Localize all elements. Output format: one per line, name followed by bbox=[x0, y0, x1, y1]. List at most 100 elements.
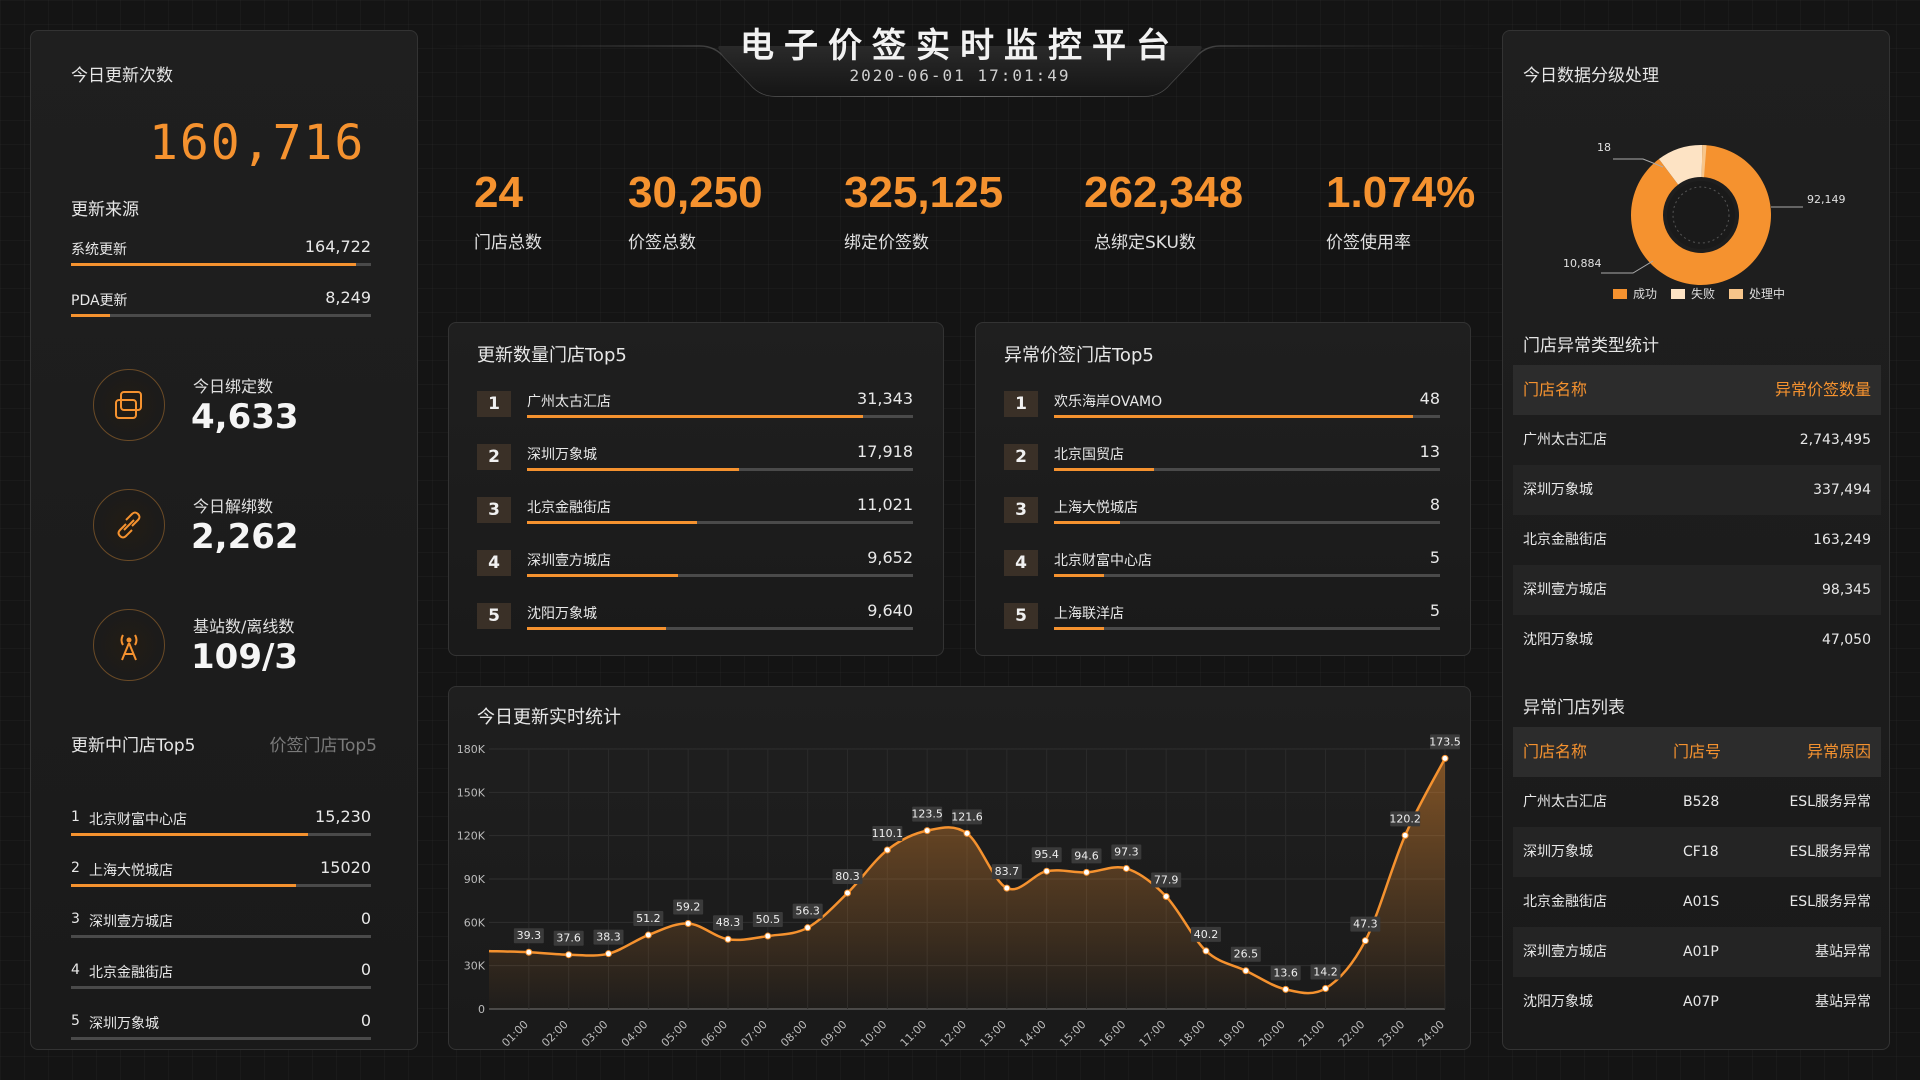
rank-badge: 3 bbox=[1004, 497, 1038, 523]
data-point[interactable] bbox=[565, 951, 573, 959]
x-tick-label: 08:00 bbox=[778, 1018, 810, 1050]
data-point[interactable] bbox=[963, 829, 971, 837]
store-name: 上海大悦城店 bbox=[1054, 500, 1138, 516]
rank-store-name: 深圳万象城 bbox=[89, 1016, 159, 1032]
data-point[interactable] bbox=[764, 932, 772, 940]
data-point[interactable] bbox=[1043, 867, 1051, 875]
store-name: 沈阳万象城 bbox=[1523, 632, 1593, 648]
data-point[interactable] bbox=[1162, 892, 1170, 900]
store-bar bbox=[527, 415, 913, 418]
rank-value: 0 bbox=[360, 1011, 371, 1030]
data-label: 80.3 bbox=[832, 869, 863, 885]
data-point[interactable] bbox=[525, 948, 533, 956]
table-row: 深圳壹方城店 A01P 基站异常 bbox=[1513, 927, 1881, 977]
data-point[interactable] bbox=[883, 846, 891, 854]
data-point[interactable] bbox=[605, 950, 612, 958]
table-row: 广州太古汇店 B528 ESL服务异常 bbox=[1513, 777, 1881, 827]
data-point[interactable] bbox=[644, 931, 652, 939]
data-label-text: 56.3 bbox=[795, 905, 820, 918]
store-name: 上海联洋店 bbox=[1054, 606, 1124, 622]
unlink-icon-glyph bbox=[117, 511, 141, 539]
data-point[interactable] bbox=[1122, 864, 1130, 872]
data-point[interactable] bbox=[844, 889, 851, 897]
x-tick-label: 21:00 bbox=[1296, 1018, 1328, 1050]
x-tick-label: 04:00 bbox=[619, 1018, 651, 1050]
legend-item[interactable]: 失败 bbox=[1671, 285, 1715, 302]
table-row: 广州太古汇店 2,743,495 bbox=[1513, 415, 1881, 465]
table-row: 深圳万象城 CF18 ESL服务异常 bbox=[1513, 827, 1881, 877]
data-point[interactable] bbox=[684, 919, 692, 927]
header: 电子价签实时监控平台 2020-06-01 17:01:49 bbox=[430, 0, 1490, 110]
data-point[interactable] bbox=[1322, 984, 1329, 992]
store-name: 广州太古汇店 bbox=[1523, 432, 1607, 448]
data-label: 39.3 bbox=[513, 928, 544, 944]
data-point[interactable] bbox=[724, 935, 732, 943]
data-label: 77.9 bbox=[1151, 872, 1182, 888]
abnormal-type-table: 门店名称 异常价签数量 广州太古汇店 2,743,495 深圳万象城 337,494 北京金… bbox=[1513, 365, 1881, 665]
store-bar-fill bbox=[1054, 574, 1105, 577]
tab-updating-top5[interactable]: 更新中门店Top5 bbox=[71, 731, 196, 756]
x-tick-label: 09:00 bbox=[818, 1018, 850, 1050]
data-label-text: 120.2 bbox=[1389, 812, 1421, 825]
stat-value: 2,262 bbox=[191, 517, 299, 557]
header-reason: 异常原因 bbox=[1806, 742, 1871, 761]
abnormal-count: 2,743,495 bbox=[1799, 432, 1871, 448]
store-no: A01S bbox=[1683, 894, 1720, 910]
legend-label: 处理中 bbox=[1749, 287, 1786, 301]
list-title: 异常门店列表 bbox=[1523, 698, 1625, 718]
rank-bar-fill bbox=[71, 884, 296, 887]
data-point[interactable] bbox=[1003, 884, 1011, 892]
table-header: 门店名称 门店号 异常原因 bbox=[1513, 727, 1881, 777]
source-title: 更新来源 bbox=[71, 200, 139, 220]
update-top5-panel: 更新数量门店Top5 1 广州太古汇店 31,343 2 深圳万象城 17,918 3 北京金… bbox=[448, 322, 944, 656]
data-label-text: 80.3 bbox=[835, 870, 860, 883]
top5-row: 2 深圳万象城 17,918 bbox=[477, 440, 913, 480]
data-label-text: 50.5 bbox=[756, 913, 781, 926]
table-row: 北京金融街店 A01S ESL服务异常 bbox=[1513, 877, 1881, 927]
data-point[interactable] bbox=[923, 827, 931, 835]
data-point[interactable] bbox=[1401, 831, 1409, 839]
x-tick-label: 07:00 bbox=[738, 1018, 770, 1050]
data-point[interactable] bbox=[1361, 937, 1369, 945]
store-name: 深圳万象城 bbox=[527, 447, 597, 463]
store-value: 31,343 bbox=[857, 389, 913, 408]
store-value: 9,640 bbox=[867, 601, 913, 620]
right-panel: 今日数据分级处理 92,149 10,884 18 成功 失败 处理中 门店异常类型统计… bbox=[1502, 30, 1890, 1050]
source-label: PDA更新 bbox=[71, 293, 128, 309]
data-point[interactable] bbox=[804, 924, 812, 932]
data-label: 59.2 bbox=[673, 899, 704, 915]
data-point[interactable] bbox=[1242, 967, 1250, 975]
x-tick-label: 24:00 bbox=[1416, 1018, 1448, 1050]
header-store-no: 门店号 bbox=[1673, 742, 1722, 761]
store-name: 深圳万象城 bbox=[1523, 482, 1593, 498]
bind-icon bbox=[93, 369, 165, 441]
data-point[interactable] bbox=[1202, 947, 1210, 955]
abnormal-count: 47,050 bbox=[1822, 632, 1871, 648]
data-point[interactable] bbox=[1083, 868, 1090, 876]
kpi-bound-labels: 325,125 绑定价签数 bbox=[844, 168, 1003, 253]
y-tick-label: 30K bbox=[464, 960, 486, 973]
store-bar bbox=[527, 468, 913, 471]
x-tick-label: 01:00 bbox=[499, 1018, 531, 1050]
legend-item[interactable]: 成功 bbox=[1613, 285, 1657, 302]
x-tick-label: 14:00 bbox=[1017, 1018, 1049, 1050]
abnormal-reason: ESL服务异常 bbox=[1789, 894, 1871, 910]
data-label: 14.2 bbox=[1310, 964, 1341, 980]
data-label-text: 97.3 bbox=[1114, 845, 1139, 858]
abnormal-reason: 基站异常 bbox=[1815, 944, 1871, 960]
donut-leader-line bbox=[1601, 260, 1654, 274]
data-label: 94.6 bbox=[1071, 848, 1102, 864]
table-row: 北京金融街店 163,249 bbox=[1513, 515, 1881, 565]
kpi-value: 30,250 bbox=[628, 168, 763, 217]
tab-label-top5[interactable]: 价签门店Top5 bbox=[269, 731, 377, 756]
data-label: 48.3 bbox=[713, 915, 743, 931]
store-bar-fill bbox=[527, 574, 678, 577]
rank-bar-fill bbox=[71, 833, 308, 836]
top5-row: 3 北京金融街店 11,021 bbox=[477, 493, 913, 533]
data-point[interactable] bbox=[1441, 754, 1449, 762]
x-tick-label: 15:00 bbox=[1057, 1018, 1089, 1050]
legend-item[interactable]: 处理中 bbox=[1729, 285, 1785, 302]
store-no: B528 bbox=[1683, 794, 1720, 810]
store-name: 深圳壹方城店 bbox=[527, 553, 611, 569]
data-point[interactable] bbox=[1282, 985, 1290, 993]
